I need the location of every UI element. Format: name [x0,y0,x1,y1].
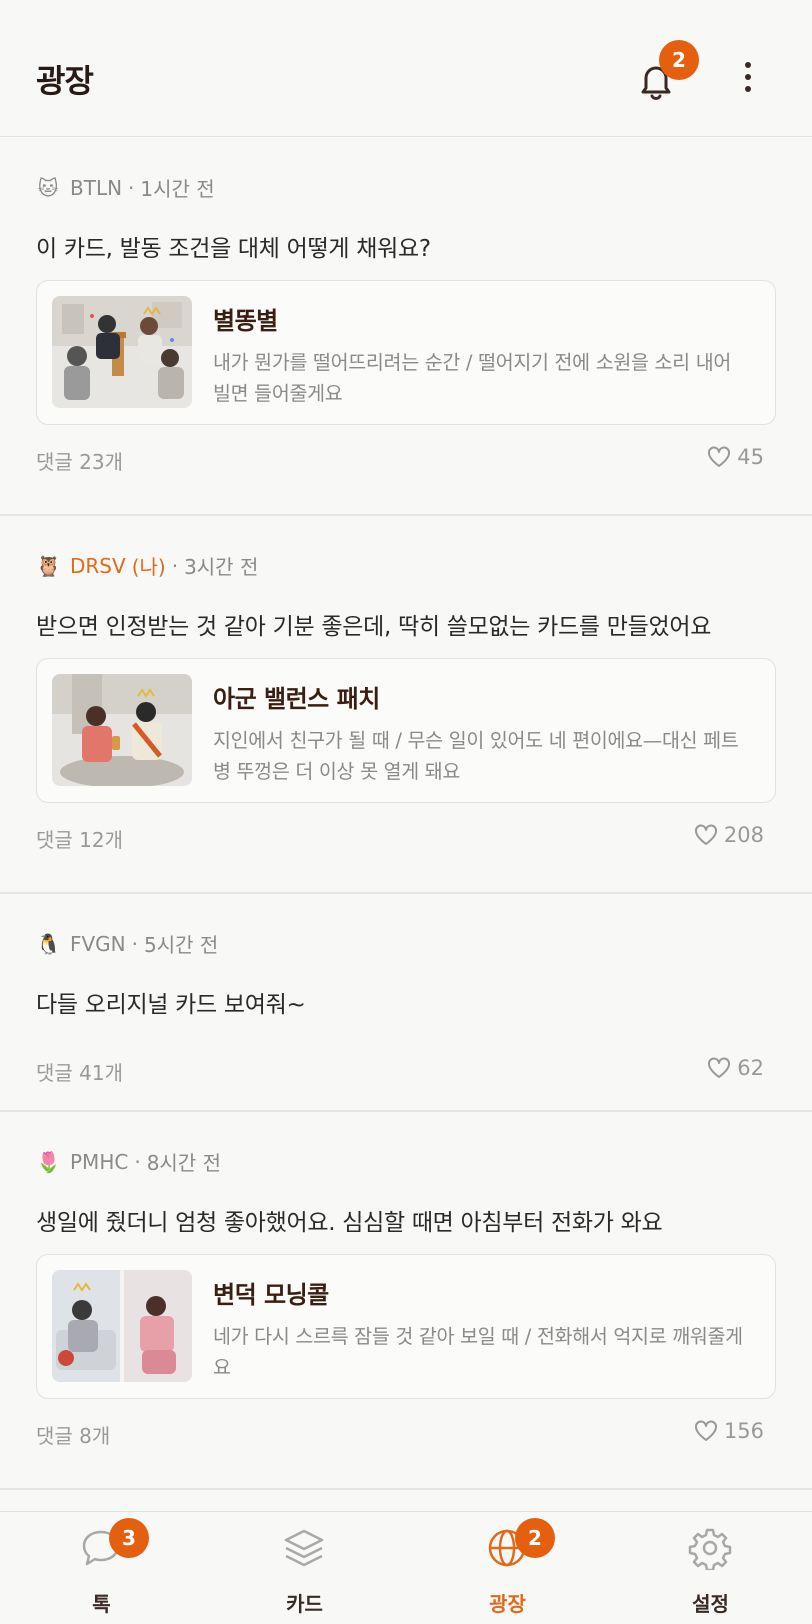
like-button[interactable]: 45 [707,445,764,469]
card-description: 내가 뭔가를 떨어뜨리려는 순간 / 떨어지기 전에 소원을 소리 내어 빌면 … [213,351,731,405]
card-description: 지인에서 친구가 될 때 / 무슨 일이 있어도 네 편이에요—대신 페트병 뚜… [213,729,739,783]
heart-icon [694,824,717,845]
heart-icon [708,1057,731,1078]
feed-post[interactable]: 🌷 PMHC · 8시간 전 생일에 줬더니 엄청 좋아했어요. 심심할 때면 … [0,1112,812,1490]
feed-post[interactable]: 🐱 BTLN · 1시간 전 이 카드, 발동 조건을 대체 어떻게 채워요? [0,137,812,516]
like-count: 45 [737,445,764,469]
nav-label: 광장 [489,1592,526,1616]
like-button[interactable]: 62 [707,1056,764,1080]
bottom-navigation: 3 톡 카드 2 광장 설정 [0,1511,812,1624]
post-meta: 🐱 BTLN · 1시간 전 [36,173,215,202]
like-button[interactable]: 208 [694,823,764,847]
post-text: 다들 오리지널 카드 보여줘~ [36,992,306,1018]
gear-icon [688,1526,732,1572]
author-name[interactable]: BTLN [70,176,122,200]
like-count: 208 [723,823,764,847]
nav-item-plaza[interactable]: 2 광장 [406,1512,609,1624]
me-tag: (나) [131,555,166,579]
comment-count[interactable]: 댓글 23개 [36,446,123,475]
author-name[interactable]: FVGN [70,932,126,956]
post-text: 받으면 인정받는 것 같아 기분 좋은데, 딱히 쓸모없는 카드를 만들었어요 [36,614,712,640]
like-count: 156 [723,1419,764,1443]
card-preview[interactable]: 변덕 모닝콜 네가 다시 스르륵 잠들 것 같아 보일 때 / 전화해서 억지로… [36,1254,776,1399]
page-title: 광장 [36,62,94,100]
nav-item-settings[interactable]: 설정 [609,1512,812,1624]
card-description: 네가 다시 스르륵 잠들 것 같아 보일 때 / 전화해서 억지로 깨워줄게요 [213,1325,743,1379]
post-time: 8시간 전 [146,1151,221,1175]
card-image [52,674,192,786]
layers-icon [282,1526,326,1570]
top-bar: 광장 2 [0,0,812,137]
post-text: 이 카드, 발동 조건을 대체 어떻게 채워요? [36,236,431,262]
post-meta: 🦉 DRSV (나) · 3시간 전 [36,551,258,580]
card-preview[interactable]: 아군 밸런스 패치 지인에서 친구가 될 때 / 무슨 일이 있어도 네 편이에… [36,658,776,803]
card-title: 변덕 모닝콜 [213,1281,329,1309]
meta-separator: · [128,175,135,200]
nav-item-talk[interactable]: 3 톡 [0,1512,203,1624]
plaza-badge: 2 [515,1518,555,1558]
post-time: 1시간 전 [140,177,215,201]
nav-label: 톡 [92,1592,111,1616]
post-text: 생일에 줬더니 엄청 좋아했어요. 심심할 때면 아침부터 전화가 와요 [36,1210,663,1236]
meta-separator: · [131,931,139,956]
like-count: 62 [737,1056,764,1080]
avatar: 🐱 [37,175,59,200]
avatar: 🐧 [36,931,61,956]
card-image [52,1270,192,1382]
post-time: 3시간 전 [184,555,259,579]
heart-icon [694,1420,717,1441]
nav-label: 카드 [286,1592,323,1616]
avatar: 🦉 [36,553,61,578]
post-meta: 🌷 PMHC · 8시간 전 [36,1147,221,1176]
card-title: 별똥별 [213,307,278,335]
nav-label: 설정 [692,1592,729,1616]
feed-post[interactable]: 🐧 FVGN · 5시간 전 다들 오리지널 카드 보여줘~ 댓글 41개 62 [0,894,812,1112]
meta-separator: · [134,1149,141,1174]
author-name[interactable]: PMHC [70,1150,128,1174]
feed-post[interactable]: 🦉 DRSV (나) · 3시간 전 받으면 인정받는 것 같아 기분 좋은데,… [0,516,812,894]
comment-count[interactable]: 댓글 12개 [36,824,123,853]
author-name[interactable]: DRSV [70,554,126,578]
card-title: 아군 밸런스 패치 [213,685,380,713]
like-button[interactable]: 156 [694,1419,764,1443]
meta-separator: · [171,553,179,578]
avatar: 🌷 [36,1149,61,1174]
heart-icon [708,446,731,467]
card-preview[interactable]: 별똥별 내가 뭔가를 떨어뜨리려는 순간 / 떨어지기 전에 소원을 소리 내어… [36,280,776,425]
app-root: 광장 2 🐱 BTLN · 1시간 전 이 카드, 발동 조건을 대체 어떻게 … [0,0,812,1624]
nav-item-cards[interactable]: 카드 [203,1512,406,1624]
more-options-icon[interactable] [730,62,766,98]
notification-badge: 2 [659,40,699,80]
talk-badge: 3 [109,1518,149,1558]
comment-count[interactable]: 댓글 8개 [36,1420,110,1449]
card-image [52,296,192,408]
post-meta: 🐧 FVGN · 5시간 전 [36,929,218,958]
post-time: 5시간 전 [144,933,219,957]
comment-count[interactable]: 댓글 41개 [36,1057,123,1086]
